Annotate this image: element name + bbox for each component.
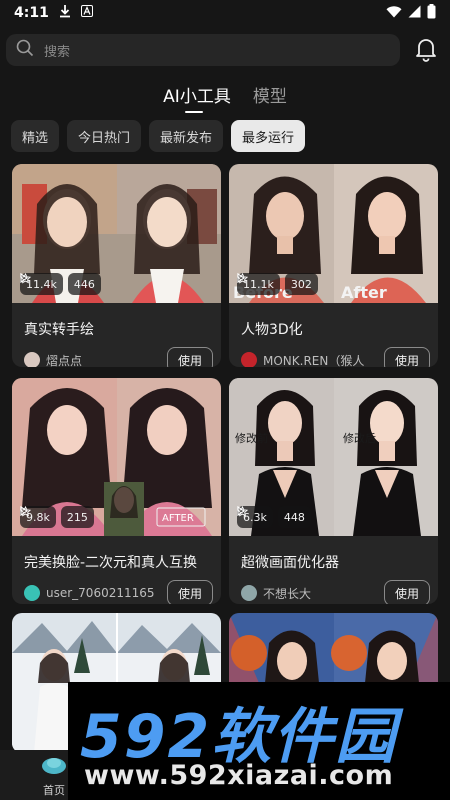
overlay-after: 修改后 [343, 431, 376, 445]
stars-stat: 302 [237, 273, 318, 295]
use-button[interactable]: 使用 [383, 580, 430, 604]
use-button[interactable]: 使用 [383, 347, 430, 367]
bell-icon[interactable] [414, 36, 438, 62]
card-title: 完美换脸-二次元和真人互换 [24, 555, 198, 571]
search-icon [16, 39, 34, 61]
stars-stat: 446 [20, 273, 101, 295]
star-icon [237, 506, 248, 517]
tool-card[interactable]: 11.4k 446 真实转手绘 熠点点 使用 [12, 164, 221, 367]
battery-icon [427, 3, 436, 23]
filter-chips: 精选 今日热门 最新发布 最多运行 [11, 120, 306, 152]
stars-stat: 448 [237, 506, 311, 528]
tool-thumbnail: AFTER 9.8k 215 [12, 378, 221, 536]
stars-count: 215 [66, 510, 88, 524]
overlay-after: After [341, 283, 387, 302]
status-bar: 4:11 [0, 0, 450, 26]
chip-today-hot[interactable]: 今日热门 [67, 120, 142, 152]
home-icon [42, 758, 66, 774]
chip-featured[interactable]: 精选 [11, 120, 60, 152]
watermark-url: www.592xiazai.com [84, 760, 394, 791]
card-stats: 11.4k 446 [20, 273, 101, 295]
author-name: MONK.REN（猴人 [263, 353, 365, 368]
tool-thumbnail: 11.4k 446 [12, 164, 221, 303]
star-icon [20, 506, 31, 517]
author-name: 熠点点 [46, 353, 83, 368]
main-tabs: AI小工具 模型 [0, 82, 450, 113]
use-button[interactable]: 使用 [166, 347, 213, 367]
author-name: user_7060211165 [46, 586, 155, 600]
tool-card[interactable]: AFTER 9.8k 215 完美换脸-二次元和真人互换 user_706021… [12, 378, 221, 604]
star-icon [20, 273, 31, 284]
author-avatar [24, 585, 40, 601]
search-input[interactable]: 搜索 [6, 34, 400, 66]
card-stats: 9.8k 215 [20, 506, 94, 528]
card-title: 超微画面优化器 [241, 555, 339, 571]
author-avatar [241, 352, 257, 367]
signal-icon [408, 5, 421, 22]
chip-most-run[interactable]: 最多运行 [231, 120, 306, 152]
status-time: 4:11 [14, 5, 49, 21]
card-stats: 11.1k 302 [237, 273, 318, 295]
chip-latest[interactable]: 最新发布 [149, 120, 224, 152]
download-icon [59, 4, 71, 22]
card-title: 真实转手绘 [24, 322, 94, 338]
author-name: 不想长大 [263, 586, 312, 601]
stars-stat: 215 [20, 506, 94, 528]
tool-card[interactable]: Before After 11.1k 302 人物3D化 MONK.REN（猴人… [229, 164, 438, 367]
stars-count: 446 [73, 277, 95, 291]
font-a-icon [80, 5, 93, 21]
tool-card[interactable]: 修改前 修改后 6.3k 448 超微画面优化器 不想长大 使用 [229, 378, 438, 604]
wifi-icon [386, 5, 402, 22]
star-icon [237, 273, 248, 284]
tool-thumbnail: 修改前 修改后 6.3k 448 [229, 378, 438, 536]
watermark: 592软件园 www.592xiazai.com [68, 682, 450, 800]
card-stats: 6.3k 448 [237, 506, 311, 528]
author-avatar [241, 585, 257, 601]
stars-count: 302 [290, 277, 312, 291]
overlay-after: AFTER [162, 513, 194, 524]
author-avatar [24, 352, 40, 367]
use-button[interactable]: 使用 [166, 580, 213, 604]
card-title: 人物3D化 [241, 322, 303, 338]
tool-thumbnail: Before After 11.1k 302 [229, 164, 438, 303]
tab-ai-tools[interactable]: AI小工具 [163, 82, 231, 113]
tab-models[interactable]: 模型 [253, 82, 287, 113]
stars-count: 448 [283, 510, 305, 524]
search-row: 搜索 [6, 33, 444, 67]
search-placeholder: 搜索 [44, 44, 71, 60]
overlay-before: 修改前 [235, 431, 268, 445]
